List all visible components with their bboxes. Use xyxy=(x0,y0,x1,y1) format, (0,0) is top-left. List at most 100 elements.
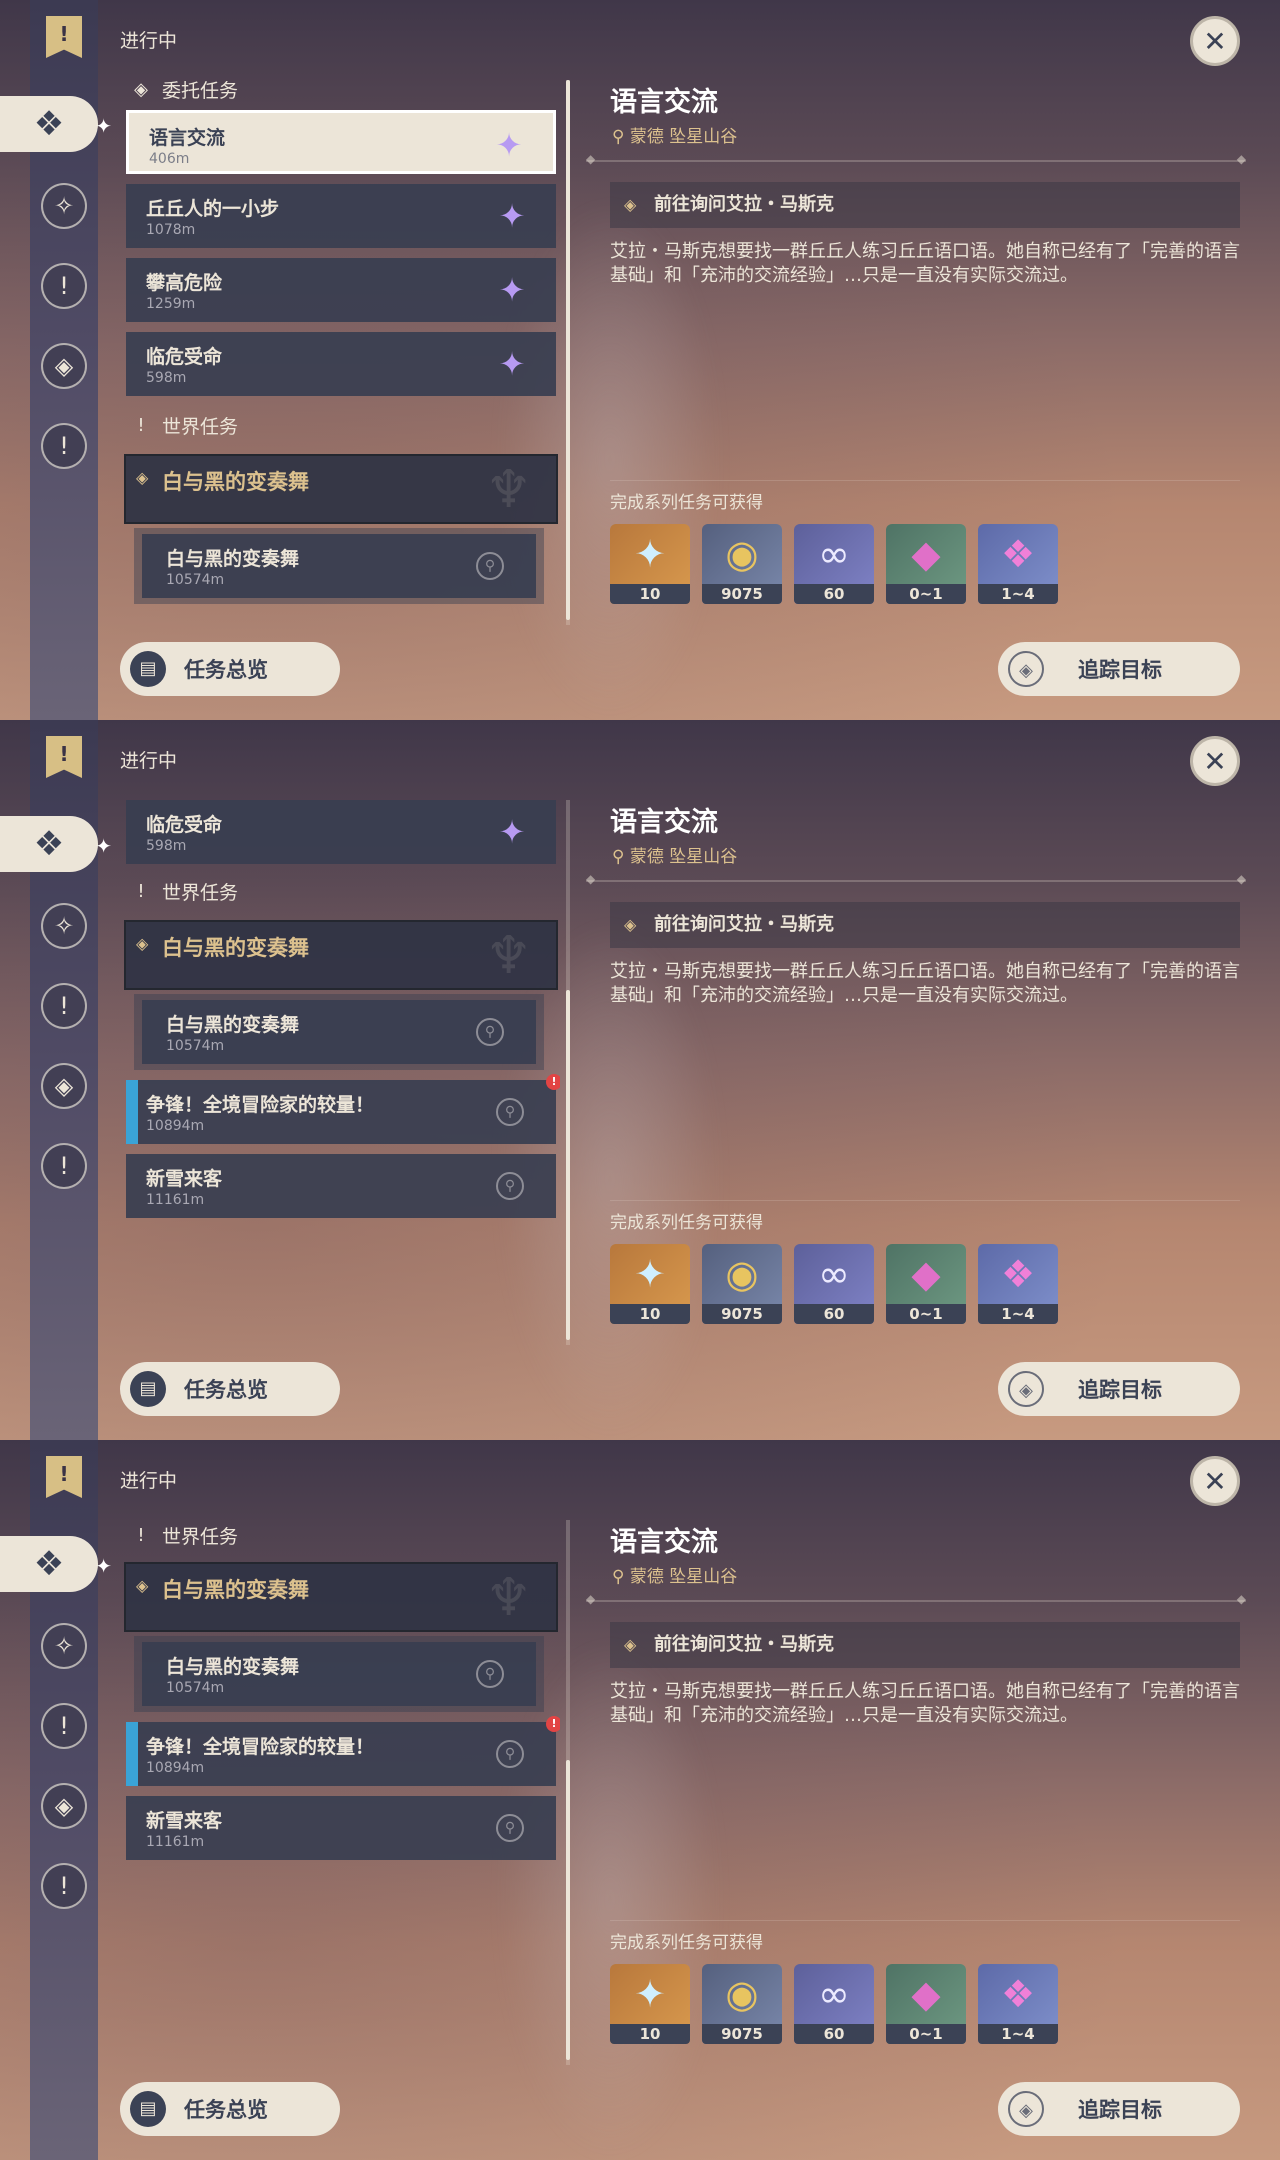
scrollbar[interactable] xyxy=(566,1520,570,2065)
button-label: 任务总览 xyxy=(184,2098,268,2122)
reward-item[interactable]: ◆ 0~1 xyxy=(886,1964,966,2044)
quest-overview-button[interactable]: ▤ 任务总览 xyxy=(120,1362,340,1416)
quest-distance: 406m xyxy=(149,151,190,167)
nav-commission[interactable]: ❖ ✦ xyxy=(0,1536,112,1592)
scroll-thumb[interactable] xyxy=(566,990,570,1340)
reward-item[interactable]: ∞ 60 xyxy=(794,524,874,604)
reward-item[interactable]: ◉ 9075 xyxy=(702,524,782,604)
track-target-button[interactable]: ◈ 追踪目标 xyxy=(998,1362,1240,1416)
nav-commission[interactable]: ❖ ✦ xyxy=(0,816,112,872)
detail-description: 艾拉・马斯克想要找一群丘丘人练习丘丘语口语。她自称已经有了「完善的语言基础」和「… xyxy=(610,1681,1240,1726)
commission-icon: ❖ xyxy=(33,824,65,864)
primogem-icon: ✦ xyxy=(634,1972,666,2016)
objective-diamond-icon: ◈ xyxy=(624,195,637,214)
reward-item[interactable]: ∞ 60 xyxy=(794,1964,874,2044)
detail-description: 艾拉・马斯克想要找一群丘丘人练习丘丘语口语。她自称已经有了「完善的语言基础」和「… xyxy=(610,961,1240,1006)
nav-story[interactable]: ! xyxy=(36,978,92,1034)
commission-quest-icon: ✦ xyxy=(498,813,526,851)
section-world: ! 世界任务 xyxy=(130,1520,238,1550)
reward-item[interactable]: ✦ 10 xyxy=(610,524,690,604)
divider xyxy=(610,1200,1240,1201)
rewards-label: 完成系列任务可获得 xyxy=(610,1933,763,1953)
story-quest-icon: ! xyxy=(41,263,87,309)
nav-archon[interactable]: ✧ xyxy=(36,898,92,954)
world-section-icon: ! xyxy=(137,414,145,436)
sparkle-icon: ✦ xyxy=(95,834,112,858)
quest-item[interactable]: 攀高危险 1259m ✦ xyxy=(126,258,556,322)
location-pin-icon: ⚲ xyxy=(612,847,630,867)
commission-diamond-icon: ◈ xyxy=(41,1783,87,1829)
reward-count: 60 xyxy=(794,1304,874,1324)
quest-overview-button[interactable]: ▤ 任务总览 xyxy=(120,642,340,696)
quest-item[interactable]: 丘丘人的一小步 1078m ✦ xyxy=(126,184,556,248)
reward-item[interactable]: ✦ 10 xyxy=(610,1244,690,1324)
quest-name: 争锋！全境冒险家的较量！ xyxy=(146,1736,375,1758)
nav-commission-diamond[interactable]: ◈ xyxy=(36,338,92,394)
track-target-button[interactable]: ◈ 追踪目标 xyxy=(998,2082,1240,2136)
detail-location: ⚲ 蒙德 坠星山谷 xyxy=(612,842,737,867)
nav-story[interactable]: ! xyxy=(36,1698,92,1754)
quest-item[interactable]: 白与黑的变奏舞 10574m ⚲ xyxy=(142,534,536,598)
nav-archon[interactable]: ✧ xyxy=(36,178,92,234)
quest-item[interactable]: 临危受命 598m ✦ xyxy=(126,800,556,864)
quest-item-tracked[interactable]: 争锋！全境冒险家的较量！ 10894m ⚲ ! xyxy=(126,1074,560,1144)
quest-distance: 11161m xyxy=(146,1192,205,1208)
quest-item[interactable]: 白与黑的变奏舞 10574m ⚲ xyxy=(142,1642,536,1706)
tracked-indicator xyxy=(126,1080,138,1144)
quest-book-icon: ▤ xyxy=(130,651,166,687)
reward-item[interactable]: ◉ 9075 xyxy=(702,1244,782,1324)
track-diamond-icon: ◈ xyxy=(1008,651,1044,687)
reward-item[interactable]: ✦ 10 xyxy=(610,1964,690,2044)
scrollbar[interactable] xyxy=(566,80,570,625)
reward-count: 9075 xyxy=(702,1304,782,1324)
archon-quest-icon: ✧ xyxy=(41,1623,87,1669)
reward-item[interactable]: ◆ 0~1 xyxy=(886,1244,966,1324)
commission-section-icon: ◈ xyxy=(134,78,148,100)
nav-world[interactable]: ! xyxy=(36,1858,92,1914)
quest-name: 白与黑的变奏舞 xyxy=(166,548,300,570)
objective: ◈ 前往询问艾拉・马斯克 xyxy=(610,1622,1240,1668)
quest-name: 语言交流 xyxy=(149,127,226,149)
reward-item[interactable]: ∞ 60 xyxy=(794,1244,874,1324)
nav-commission[interactable]: ❖ ✦ xyxy=(0,96,112,152)
reward-item[interactable]: ❖ 1~4 xyxy=(978,524,1058,604)
reward-item[interactable]: ◆ 0~1 xyxy=(886,524,966,604)
group-diamond-icon: ◈ xyxy=(136,934,149,953)
nav-story[interactable]: ! xyxy=(36,258,92,314)
quest-list: ! 世界任务 ◈ 白与黑的变奏舞 ♆ 白与黑的变奏舞 10574m ⚲ 争锋！全境… xyxy=(120,1510,560,2070)
commission-icon: ❖ xyxy=(33,1544,65,1584)
quest-group-header[interactable]: ◈ 白与黑的变奏舞 ♆ xyxy=(124,454,558,524)
commission-quest-icon: ✦ xyxy=(498,271,526,309)
reward-item[interactable]: ❖ 1~4 xyxy=(978,1964,1058,2044)
nav-commission-diamond[interactable]: ◈ xyxy=(36,1778,92,1834)
quest-item[interactable]: 临危受命 598m ✦ xyxy=(126,332,556,396)
rewards-label: 完成系列任务可获得 xyxy=(610,493,763,513)
reward-count: 10 xyxy=(610,2024,690,2044)
group-diamond-icon: ◈ xyxy=(136,1576,149,1595)
quest-distance: 10574m xyxy=(166,1680,225,1696)
reward-count: 0~1 xyxy=(886,1304,966,1324)
quest-item-selected[interactable]: 语言交流 406m ✦ xyxy=(126,110,556,174)
world-section-icon: ! xyxy=(137,880,145,902)
quest-item-tracked[interactable]: 争锋！全境冒险家的较量！ 10894m ⚲ ! xyxy=(126,1716,560,1786)
quest-group-header[interactable]: ◈ 白与黑的变奏舞 ♆ xyxy=(124,1562,558,1632)
quest-item[interactable]: 白与黑的变奏舞 10574m ⚲ xyxy=(142,1000,536,1064)
commission-quest-icon: ✦ xyxy=(495,126,523,164)
reward-item[interactable]: ◉ 9075 xyxy=(702,1964,782,2044)
quest-group-header[interactable]: ◈ 白与黑的变奏舞 ♆ xyxy=(124,920,558,990)
objective-text: 前往询问艾拉・马斯克 xyxy=(654,1634,834,1655)
quest-overview-button[interactable]: ▤ 任务总览 xyxy=(120,2082,340,2136)
track-target-button[interactable]: ◈ 追踪目标 xyxy=(998,642,1240,696)
scroll-thumb[interactable] xyxy=(566,1760,570,2060)
crystal-cluster-icon: ❖ xyxy=(1000,532,1036,576)
reward-item[interactable]: ❖ 1~4 xyxy=(978,1244,1058,1324)
world-section-icon: ! xyxy=(137,1524,145,1546)
nav-commission-diamond[interactable]: ◈ xyxy=(36,1058,92,1114)
scrollbar[interactable] xyxy=(566,800,570,1345)
nav-archon[interactable]: ✧ xyxy=(36,1618,92,1674)
quest-item[interactable]: 新雪来客 11161m ⚲ xyxy=(126,1796,556,1860)
nav-world[interactable]: ! xyxy=(36,1138,92,1194)
scroll-thumb[interactable] xyxy=(566,80,570,620)
nav-world[interactable]: ! xyxy=(36,418,92,474)
quest-item[interactable]: 新雪来客 11161m ⚲ xyxy=(126,1154,556,1218)
